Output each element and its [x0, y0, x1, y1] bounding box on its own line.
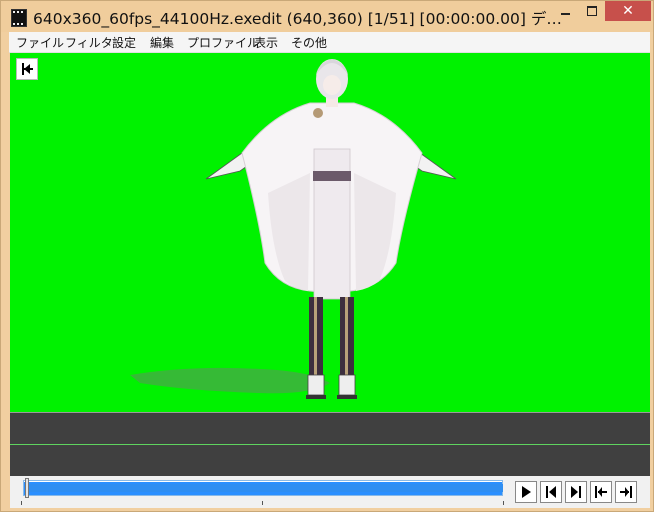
seek-handle[interactable]: [25, 478, 29, 498]
menu-view[interactable]: 表示: [254, 34, 278, 51]
title-bar[interactable]: 640x360_60fps_44100Hz.exedit (640,360) […: [1, 1, 653, 32]
seek-tick: [503, 501, 504, 505]
character-figure: [130, 59, 457, 399]
maximize-icon: [587, 6, 597, 16]
close-icon: ✕: [622, 3, 634, 19]
menu-bar: ファイル フィルタ 設定 編集 プロファイル 表示 その他: [9, 32, 650, 53]
seek-bar[interactable]: [23, 480, 503, 496]
maximize-button[interactable]: [579, 1, 605, 21]
seek-tick: [21, 501, 22, 505]
menu-profile[interactable]: プロファイル: [187, 34, 259, 51]
last-frame-icon: [620, 486, 632, 498]
previous-frame-icon: [546, 486, 556, 498]
minimize-button[interactable]: [553, 1, 579, 21]
seek-progress: [25, 484, 503, 492]
next-frame-button[interactable]: [565, 481, 587, 503]
play-button[interactable]: [515, 481, 537, 503]
window-title: 640x360_60fps_44100Hz.exedit (640,360) […: [33, 10, 562, 28]
timeline-divider: [10, 412, 650, 413]
first-frame-icon: [595, 486, 607, 498]
menu-edit[interactable]: 編集: [150, 34, 174, 51]
film-icon: [11, 9, 27, 27]
play-icon: [522, 486, 531, 498]
minimize-icon: [561, 13, 570, 15]
last-frame-button[interactable]: [615, 481, 637, 503]
first-frame-button[interactable]: [590, 481, 612, 503]
next-frame-icon: [571, 486, 581, 498]
preview-canvas[interactable]: [10, 53, 650, 412]
menu-other[interactable]: その他: [291, 34, 327, 51]
preview-window: 640x360_60fps_44100Hz.exedit (640,360) […: [0, 0, 654, 512]
seek-tick: [262, 501, 263, 505]
menu-file[interactable]: ファイル: [16, 34, 64, 51]
timeline-area[interactable]: [10, 412, 650, 476]
menu-filter[interactable]: フィルタ: [65, 34, 113, 51]
previous-frame-button[interactable]: [540, 481, 562, 503]
close-button[interactable]: ✕: [605, 1, 651, 21]
menu-settings[interactable]: 設定: [112, 34, 136, 51]
timeline-track-line: [10, 444, 650, 445]
playback-controls: [10, 476, 650, 508]
